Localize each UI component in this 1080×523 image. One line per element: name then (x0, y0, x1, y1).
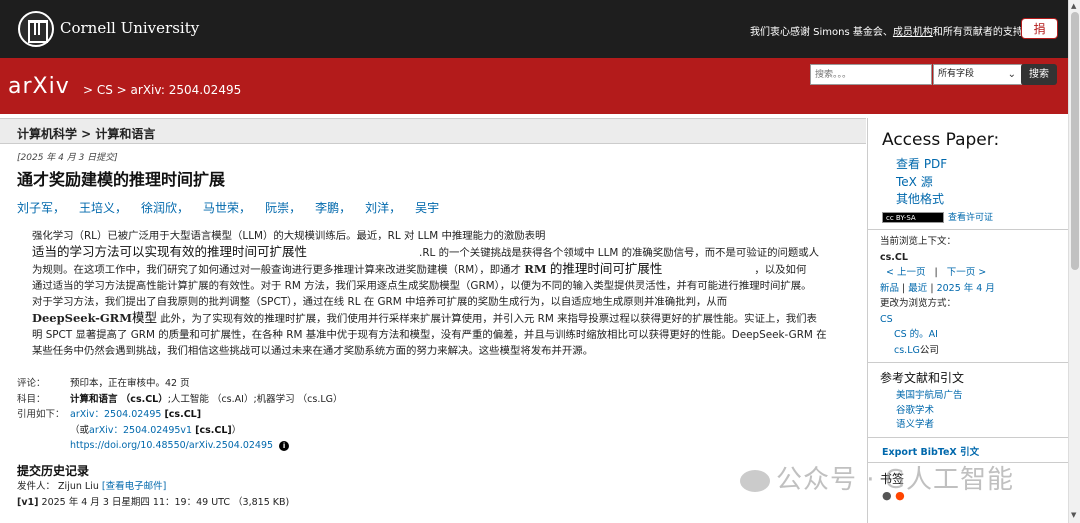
google-scholar-link[interactable]: 谷歌学术 (896, 405, 934, 416)
scroll-down-arrow-icon[interactable]: ▼ (1071, 511, 1076, 519)
divider (868, 229, 1068, 230)
cite-version-row: （或arXiv：2504.02495v1 [cs.CL]） (70, 424, 242, 436)
info-icon[interactable]: i (279, 440, 290, 451)
author-link[interactable]: 王培义， (79, 201, 127, 215)
scroll-thumb[interactable] (1071, 12, 1079, 270)
member-institutions-link[interactable]: 成员机构 (893, 27, 933, 38)
license: cc BY-SA 查看许可证 (882, 210, 993, 223)
author-link[interactable]: 刘子军， (17, 201, 65, 215)
version-v1-link[interactable]: [v1] (17, 497, 39, 508)
author-link[interactable]: 刘洋， (365, 201, 401, 215)
other-formats-link[interactable]: 其他格式 (896, 192, 944, 206)
doi-row: https://doi.org/10.48550/arXiv.2504.0249… (17, 438, 343, 454)
search-field-value: 所有字段 (938, 69, 975, 79)
nasa-ads-link[interactable]: 美国宇航局广告 (896, 390, 963, 401)
author-link[interactable]: 吴宇 (415, 201, 439, 215)
divider (868, 437, 1068, 438)
chevron-down-icon: ⌄ (1007, 69, 1016, 80)
abstract-line: 适当的学习方法可以实现有效的推理时间可扩展性 .RL 的一个关键挑战是获得各个领域… (32, 244, 820, 259)
donate-button[interactable]: 捐 (1021, 18, 1058, 39)
scrollbar[interactable]: ▲ ▼ (1068, 0, 1080, 523)
thanks-message: 我们衷心感谢 Simons 基金会、成员机构和所有贡献者的支持。 (750, 23, 1033, 38)
subject-breadcrumb: 计算机科学 > 计算和语言 (17, 127, 156, 141)
cc-license-icon[interactable]: cc BY-SA (882, 212, 944, 223)
scroll-up-arrow-icon[interactable]: ▲ (1071, 2, 1076, 10)
author-link[interactable]: 徐润欣， (141, 201, 189, 215)
arxiv-v1-link[interactable]: arXiv：2504.02495v1 (89, 425, 192, 436)
submission-history: 发件人： Zijun Liu [查看电子邮件] [v1] 2025 年 4 月 … (17, 481, 290, 508)
abstract-line: 通过适当的学习方法提高性能计算扩展的有效性。对于 RM 方法，我们采用逐点生成奖… (32, 280, 812, 292)
arxiv-logo[interactable]: arXiv (8, 74, 70, 99)
references-title: 参考文献和引文 (880, 371, 965, 385)
arxiv-header: arXiv > CS > arXiv: 2504.02495 所有字段 ⌄ 搜索… (0, 58, 1068, 159)
next-link[interactable]: 下一页 > (947, 267, 986, 278)
paper-title: 通才奖励建模的推理时间扩展 (17, 170, 226, 189)
context-cs-link[interactable]: CS (880, 314, 893, 325)
current-context: cs.CL (880, 251, 908, 263)
author-link[interactable]: 李鹏， (315, 201, 351, 215)
view-license-link[interactable]: 查看许可证 (948, 213, 993, 223)
access-links: 查看 PDF TeX 源 其他格式 (896, 156, 947, 209)
thanks-prefix: 我们衷心感谢 Simons 基金会、 (750, 27, 893, 38)
search-button[interactable]: 搜索 (1021, 64, 1057, 85)
comments-row: 评论： 预印本，正在审核中。42 页 (17, 378, 190, 389)
abstract-line: DeepSeek-GRM模型 此外，为了实现有效的推理时扩展，我们使用并行采样来… (32, 310, 817, 325)
doi-link[interactable]: https://doi.org/10.48550/arXiv.2504.0249… (70, 440, 273, 451)
paper-metadata: 评论： 预印本，正在审核中。42 页 科目： 计算和语言 （cs.CL）;人工智… (17, 376, 343, 454)
abstract-line: 某些任务中仍然会遇到挑战，我们相信这些挑战可以通过未来在通才奖励系统方面的努力来… (32, 345, 594, 357)
cornell-seal-logo[interactable] (18, 11, 54, 47)
prev-next-nav: < 上一页 | 下一页 > (886, 267, 987, 278)
tex-source-link[interactable]: TeX 源 (896, 175, 933, 189)
access-paper-title: Access Paper: (882, 130, 1000, 150)
access-paper-box: Access Paper: 查看 PDF TeX 源 其他格式 cc BY-SA… (868, 118, 1068, 228)
recent-link[interactable]: 最近 (908, 283, 927, 294)
semantic-scholar-link[interactable]: 语义学者 (896, 419, 934, 430)
author-list: 刘子军， 王培义， 徐润欣， 马世荣， 阮崇， 李鹏， 刘洋， 吴宇 (17, 199, 453, 216)
references-links: 美国宇航局广告 谷歌学术 语义学者 (896, 389, 963, 433)
abstract-line: 对于学习方法，我们提出了自我原则的批判调整（SPCT），通过在线 RL 在 GR… (32, 296, 728, 308)
author-link[interactable]: 马世荣， (203, 201, 251, 215)
view-email-link[interactable]: [查看电子邮件] (102, 481, 166, 492)
context-ai-link[interactable]: CS 的。AI (894, 329, 938, 340)
listing-links: 新品 | 最近 | 2025 年 4 月 (880, 282, 995, 294)
new-link[interactable]: 新品 (880, 283, 899, 294)
author-link[interactable]: 阮崇， (265, 201, 301, 215)
thanks-suffix: 和所有贡献者的支持。 (932, 27, 1033, 38)
subjects-row: 科目： 计算和语言 （cs.CL）;人工智能 （cs.AI）;机器学习 （cs.… (17, 393, 343, 405)
abstract-line: 明 SPCT 显著提高了 GRM 的质量和可扩展性，在各种 RM 基准中优于现有… (32, 329, 827, 341)
subject-breadcrumb-bar: 计算机科学 > 计算和语言 (0, 118, 866, 144)
cite-row: 引用如下： arXiv：2504.02495 [cs.CL] (17, 409, 202, 420)
wechat-watermark: 公众号 · G人工智能 (740, 459, 1014, 496)
abstract: 强化学习（RL）已被广泛用于大型语言模型（LLM）的大规模训练后。最近，RL 对… (32, 228, 832, 359)
view-pdf-link[interactable]: 查看 PDF (896, 157, 947, 171)
submission-date: [2025 年 4 月 3 日提交] (17, 153, 118, 163)
cornell-header: Cornell University 我们衷心感谢 Simons 基金会、成员机… (0, 0, 1068, 58)
submission-history-title: 提交历史记录 (17, 464, 90, 478)
prev-link[interactable]: < 上一页 (886, 267, 925, 278)
export-bibtex-link[interactable]: Export BibTeX 引文 (882, 447, 979, 458)
month-link[interactable]: 2025 年 4 月 (937, 283, 995, 294)
browse-context: 当前浏览上下文： cs.CL < 上一页 | 下一页 > 新品 | 最近 | 2… (880, 234, 1066, 358)
abstract-line: 强化学习（RL）已被广泛用于大型语言模型（LLM）的大规模训练后。最近，RL 对… (32, 230, 546, 242)
arxiv-id-link[interactable]: arXiv：2504.02495 (70, 409, 161, 420)
context-lg-link[interactable]: cs.LG (894, 345, 920, 356)
divider (868, 362, 1068, 363)
search-input[interactable] (810, 64, 932, 85)
breadcrumb: > CS > arXiv: 2504.02495 (83, 83, 242, 97)
abstract-line: 为规则。在这项工作中，我们研究了如何通过对一般查询进行更多推理计算来改进奖励建模… (32, 261, 807, 276)
wechat-logo-icon (740, 469, 770, 492)
search-field-select[interactable]: 所有字段 ⌄ (933, 64, 1022, 85)
university-name[interactable]: Cornell University (60, 19, 199, 37)
abstract-large-text: 适当的学习方法可以实现有效的推理时间可扩展性 (32, 244, 308, 259)
